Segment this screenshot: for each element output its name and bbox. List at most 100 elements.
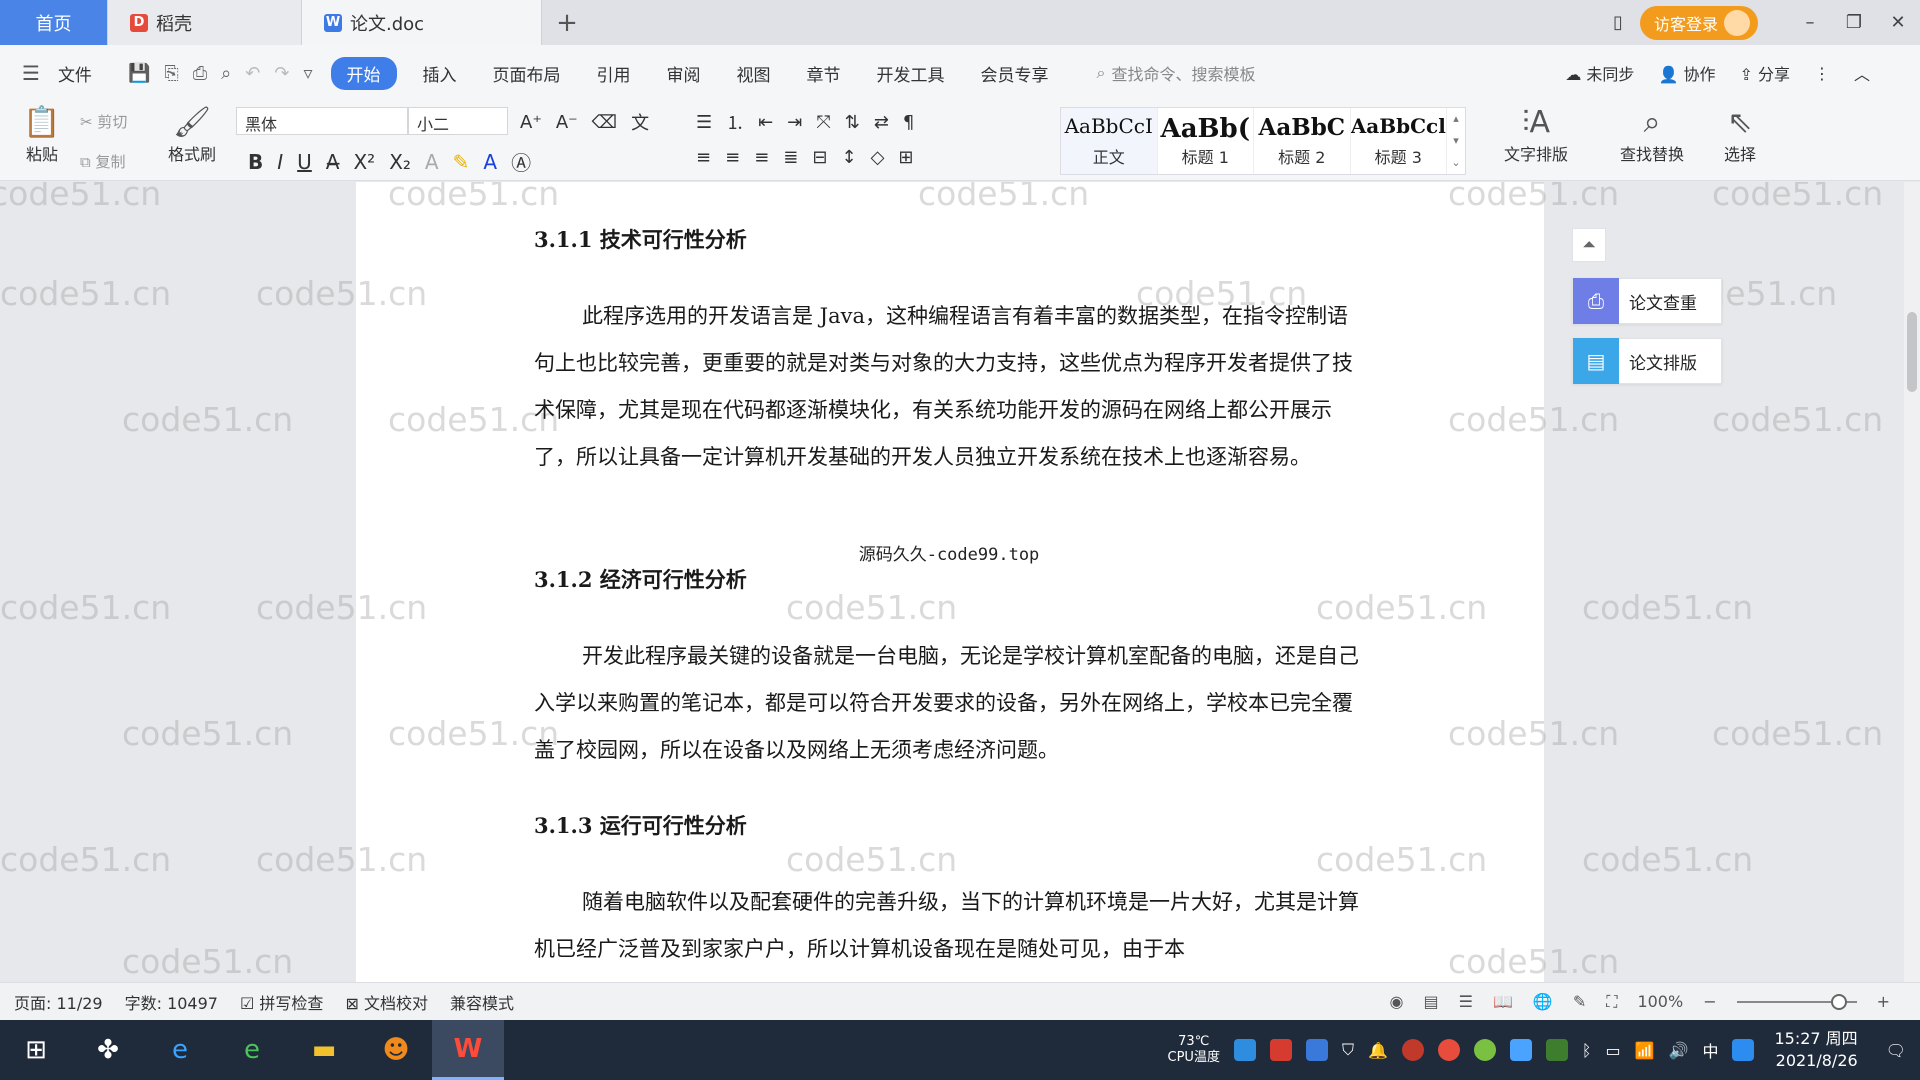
wifi-icon[interactable]: 📶 bbox=[1635, 1041, 1655, 1060]
sync-status[interactable]: ☁ 未同步 bbox=[1565, 61, 1634, 85]
layout-toggle-icon[interactable]: ▯ bbox=[1596, 12, 1640, 33]
align-left-icon[interactable]: ≡ bbox=[696, 147, 711, 168]
fan-app-icon[interactable]: ✤ bbox=[72, 1020, 144, 1080]
tab-daoke[interactable]: D 稻壳 bbox=[108, 0, 302, 45]
increase-indent-icon[interactable]: ⇥ bbox=[787, 112, 802, 133]
game-app-icon[interactable]: ☻ bbox=[360, 1020, 432, 1080]
menu-member[interactable]: 会员专享 bbox=[963, 61, 1067, 86]
decrease-indent-icon[interactable]: ⇤ bbox=[758, 112, 773, 133]
sort-icon[interactable]: ⇅ bbox=[845, 112, 860, 133]
tray-app-icon[interactable] bbox=[1509, 1039, 1532, 1061]
outline-view-icon[interactable]: ☰ bbox=[1459, 992, 1473, 1011]
text-layout-button[interactable]: ⫶A 文字排版 bbox=[1494, 105, 1578, 165]
clock[interactable]: 15:27 周四 2021/8/26 bbox=[1774, 1028, 1857, 1072]
justify-icon[interactable]: ≣ bbox=[783, 147, 798, 168]
tray-app-icon[interactable] bbox=[1473, 1039, 1496, 1061]
tray-app-icon[interactable] bbox=[1233, 1039, 1256, 1061]
side-panel-collapse-button[interactable]: ⏶ bbox=[1572, 228, 1606, 262]
phonetic-icon[interactable]: 文 bbox=[631, 109, 649, 135]
new-tab-button[interactable]: + bbox=[542, 0, 592, 45]
numbered-list-icon[interactable]: ⒈ bbox=[726, 109, 744, 135]
more-icon[interactable]: ⋮ bbox=[1814, 64, 1830, 83]
align-center-icon[interactable]: ≡ bbox=[725, 147, 740, 168]
shading-icon[interactable]: ◇ bbox=[871, 147, 885, 168]
clear-format-icon[interactable]: ⌫ bbox=[592, 112, 617, 133]
italic-icon[interactable]: I bbox=[277, 150, 283, 174]
wps-app-icon[interactable]: W bbox=[432, 1020, 504, 1080]
tray-app-icon[interactable] bbox=[1269, 1039, 1292, 1061]
page-view-icon[interactable]: ▤ bbox=[1424, 992, 1439, 1011]
print-preview-icon[interactable]: ⌕ bbox=[221, 63, 231, 84]
redo-icon[interactable]: ↷ bbox=[274, 63, 289, 84]
vertical-scrollbar[interactable] bbox=[1904, 182, 1920, 982]
menu-file[interactable]: 文件 bbox=[40, 61, 110, 86]
share-button[interactable]: ⇪ 分享 bbox=[1739, 61, 1790, 85]
grow-font-icon[interactable]: A⁺ bbox=[520, 112, 542, 133]
tab-document[interactable]: W 论文.doc bbox=[302, 0, 542, 45]
text-direction-icon[interactable]: ⇄ bbox=[874, 112, 889, 133]
select-button[interactable]: ⇖ 选择 bbox=[1712, 105, 1768, 165]
tray-app-icon[interactable] bbox=[1305, 1039, 1328, 1061]
tray-app-icon[interactable] bbox=[1545, 1039, 1568, 1061]
battery-icon[interactable]: ▭ bbox=[1606, 1041, 1621, 1060]
web-view-icon[interactable]: 🌐 bbox=[1533, 992, 1553, 1011]
hamburger-icon[interactable]: ☰ bbox=[22, 61, 40, 85]
reading-view-icon[interactable]: 📖 bbox=[1493, 992, 1513, 1011]
menu-page-layout[interactable]: 页面布局 bbox=[475, 61, 579, 86]
style-heading-1[interactable]: AaBb( 标题 1 bbox=[1158, 108, 1255, 174]
copy-button[interactable]: ⧉ 复制 bbox=[80, 151, 126, 172]
print-icon[interactable]: ⎙ bbox=[193, 63, 207, 84]
paper-check-button[interactable]: ⎙ 论文查重 bbox=[1572, 278, 1722, 324]
tab-home[interactable]: 首页 bbox=[0, 0, 108, 45]
zoom-level[interactable]: 100% bbox=[1637, 992, 1683, 1011]
page-indicator[interactable]: 页面: 11/29 bbox=[14, 990, 103, 1014]
close-icon[interactable]: ✕ bbox=[1876, 12, 1920, 33]
paper-layout-button[interactable]: ▤ 论文排版 bbox=[1572, 338, 1722, 384]
menu-insert[interactable]: 插入 bbox=[405, 61, 475, 86]
zoom-in-icon[interactable]: + bbox=[1877, 992, 1890, 1011]
menu-chapter[interactable]: 章节 bbox=[789, 61, 859, 86]
output-icon[interactable]: ⎘ bbox=[164, 63, 178, 84]
ie-browser-icon[interactable]: e bbox=[144, 1020, 216, 1080]
line-spacing-icon[interactable]: ↕ bbox=[841, 147, 856, 168]
format-painter-button[interactable]: 🖌 格式刷 bbox=[160, 105, 224, 165]
superscript-icon[interactable]: X² bbox=[353, 150, 375, 174]
style-heading-3[interactable]: AaBbCcl 标题 3 bbox=[1351, 108, 1448, 174]
align-right-icon[interactable]: ≡ bbox=[754, 147, 769, 168]
font-family-select[interactable]: 黑体 bbox=[236, 107, 408, 135]
notification-icon[interactable]: 🗨 bbox=[1886, 1041, 1906, 1060]
browser-360-icon[interactable]: e bbox=[216, 1020, 288, 1080]
menu-review[interactable]: 审阅 bbox=[649, 61, 719, 86]
bell-icon[interactable]: 🔔 bbox=[1368, 1041, 1388, 1060]
file-explorer-icon[interactable]: ▬ bbox=[288, 1020, 360, 1080]
fit-page-icon[interactable]: ⛶ bbox=[1606, 992, 1617, 1012]
volume-icon[interactable]: 🔊 bbox=[1669, 1041, 1689, 1060]
collab-button[interactable]: 👤 协作 bbox=[1658, 61, 1715, 85]
restore-icon[interactable]: ❐ bbox=[1832, 12, 1876, 33]
eye-protection-icon[interactable]: ◉ bbox=[1390, 992, 1404, 1011]
save-icon[interactable]: 💾 bbox=[128, 63, 150, 84]
style-scroll-icon[interactable]: ▴ ▾ ⌄ bbox=[1447, 108, 1465, 174]
borders-icon[interactable]: ⊞ bbox=[898, 147, 913, 168]
find-replace-button[interactable]: ⌕ 查找替换 bbox=[1608, 105, 1696, 165]
menu-dev-tools[interactable]: 开发工具 bbox=[859, 61, 963, 86]
guest-login-button[interactable]: 访客登录 bbox=[1639, 5, 1758, 40]
shrink-font-icon[interactable]: A⁻ bbox=[556, 112, 578, 133]
font-color-icon[interactable]: A bbox=[483, 150, 497, 174]
doc-proof-button[interactable]: ⊠ 文档校对 bbox=[345, 990, 428, 1014]
show-marks-icon[interactable]: ¶ bbox=[903, 112, 914, 133]
windows-start-icon[interactable]: ⊞ bbox=[0, 1020, 72, 1080]
subscript-icon[interactable]: X₂ bbox=[389, 150, 411, 174]
strikethrough-icon[interactable]: A̶ bbox=[326, 150, 340, 174]
distribute-icon[interactable]: ⊟ bbox=[812, 147, 827, 168]
ime-indicator[interactable]: 中 bbox=[1702, 1038, 1718, 1062]
chinese-layout-icon[interactable]: ⤧ bbox=[816, 112, 830, 133]
font-size-select[interactable]: 小二 bbox=[408, 107, 508, 135]
zoom-slider[interactable] bbox=[1736, 993, 1857, 1010]
minimize-icon[interactable]: – bbox=[1788, 12, 1832, 33]
write-mode-icon[interactable]: ✎ bbox=[1573, 992, 1586, 1011]
word-count[interactable]: 字数: 10497 bbox=[125, 990, 218, 1014]
cut-button[interactable]: ✂ 剪切 bbox=[80, 111, 127, 132]
tray-app-icon[interactable] bbox=[1401, 1039, 1424, 1061]
menu-references[interactable]: 引用 bbox=[579, 61, 649, 86]
